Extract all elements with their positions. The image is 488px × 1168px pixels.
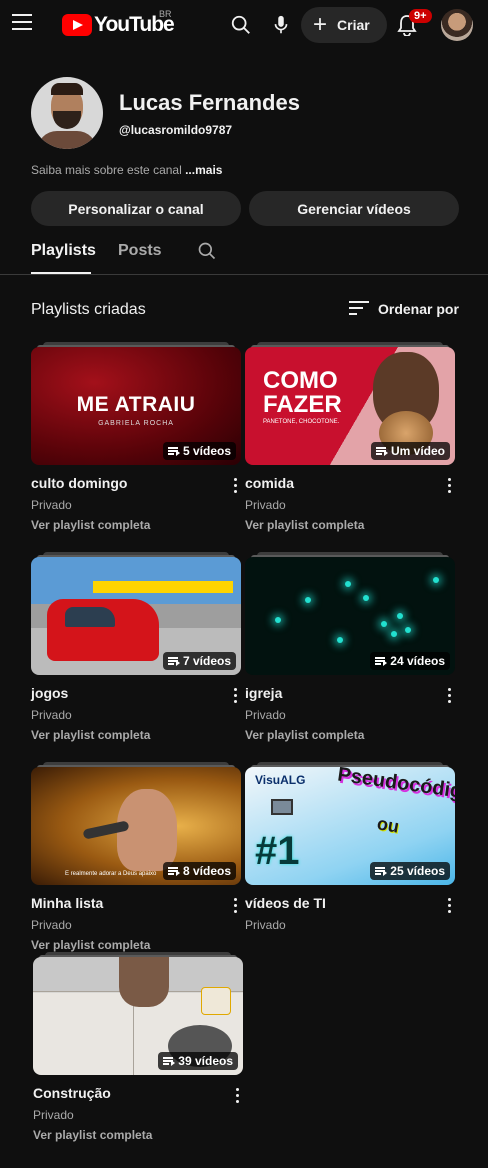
tab-posts[interactable]: Posts <box>118 242 162 260</box>
thumbnail-subtitle-text: PANETONE, CHOCOTONE. <box>263 419 340 425</box>
playlist-title[interactable]: jogos <box>31 685 68 701</box>
more-options-icon[interactable] <box>446 478 452 496</box>
channel-about-more[interactable]: ...mais <box>185 163 222 177</box>
playlist-privacy: Privado <box>31 918 72 932</box>
channel-avatar[interactable] <box>31 77 103 149</box>
notification-badge: 9+ <box>409 9 432 23</box>
computer-icon <box>271 799 293 815</box>
thumbnail-caption: E realmente adorar a Deus apaixo <box>65 871 157 877</box>
playlist-card[interactable]: ME ATRAIU GABRIELA ROCHA 5 vídeos culto … <box>31 342 241 532</box>
view-full-playlist-link[interactable]: Ver playlist completa <box>245 518 364 532</box>
view-full-playlist-link[interactable]: Ver playlist completa <box>31 728 150 742</box>
video-count-badge: 8 vídeos <box>162 862 236 880</box>
playlist-title[interactable]: comida <box>245 475 294 491</box>
thumbnail-title-text: COMO FAZER <box>263 367 342 418</box>
top-bar: YouTube BR + Criar 9+ <box>0 0 488 52</box>
playlist-icon <box>163 1057 176 1066</box>
channel-handle: @lucasromildo9787 <box>119 123 233 137</box>
channel-name: Lucas Fernandes <box>119 90 300 115</box>
channel-about-text: Saiba mais sobre este canal <box>31 163 186 177</box>
playlist-icon <box>375 447 388 456</box>
hamburger-menu-icon[interactable] <box>12 14 32 34</box>
playlist-thumbnail[interactable]: 39 vídeos <box>33 957 243 1075</box>
plus-icon: + <box>313 11 328 38</box>
playlist-thumbnail[interactable]: VisuALG #1 Pseudocódigo ou 25 vídeos <box>245 767 455 885</box>
playlist-title[interactable]: culto domingo <box>31 475 127 491</box>
tabs-divider <box>0 274 488 275</box>
search-icon[interactable] <box>230 14 252 36</box>
playlist-thumbnail[interactable]: ME ATRAIU GABRIELA ROCHA 5 vídeos <box>31 347 241 465</box>
video-count-badge: Um vídeo <box>370 442 450 460</box>
thumbnail-title-text: ME ATRAIU <box>76 393 196 416</box>
more-options-icon[interactable] <box>232 898 238 916</box>
manage-videos-button[interactable]: Gerenciar vídeos <box>249 191 459 226</box>
youtube-logo[interactable]: YouTube BR <box>62 9 175 37</box>
video-count-badge: 5 vídeos <box>162 442 236 460</box>
playlist-card[interactable]: E realmente adorar a Deus apaixo 8 vídeo… <box>31 762 241 952</box>
create-button[interactable]: + Criar <box>301 7 387 43</box>
playlist-privacy: Privado <box>31 498 72 512</box>
playlist-title[interactable]: Minha lista <box>31 895 103 911</box>
more-options-icon[interactable] <box>446 688 452 706</box>
more-options-icon[interactable] <box>232 688 238 706</box>
customize-channel-button[interactable]: Personalizar o canal <box>31 191 241 226</box>
sort-icon[interactable] <box>349 301 369 317</box>
thumbnail-number-text: #1 <box>255 829 300 873</box>
playlist-icon <box>167 657 180 666</box>
more-options-icon[interactable] <box>234 1088 240 1106</box>
logo-country-code: BR <box>159 9 172 19</box>
youtube-play-icon <box>62 14 92 36</box>
playlist-title[interactable]: vídeos de TI <box>245 895 326 911</box>
view-full-playlist-link[interactable]: Ver playlist completa <box>31 938 150 952</box>
playlist-icon <box>375 867 388 876</box>
playlist-icon <box>167 447 180 456</box>
playlist-thumbnail[interactable]: 7 vídeos <box>31 557 241 675</box>
playlist-card[interactable]: 39 vídeos Construção Privado Ver playlis… <box>33 952 243 1142</box>
playlist-title[interactable]: igreja <box>245 685 282 701</box>
microphone-icon[interactable] <box>272 14 290 36</box>
more-options-icon[interactable] <box>232 478 238 496</box>
playlist-privacy: Privado <box>245 708 286 722</box>
account-avatar[interactable] <box>441 9 473 41</box>
playlist-privacy: Privado <box>31 708 72 722</box>
thumbnail-subtitle-text: GABRIELA ROCHA <box>98 420 174 427</box>
tab-playlists[interactable]: Playlists <box>31 242 96 260</box>
section-title: Playlists criadas <box>31 301 146 318</box>
playlist-privacy: Privado <box>245 498 286 512</box>
more-options-icon[interactable] <box>446 898 452 916</box>
channel-about[interactable]: Saiba mais sobre este canal ...mais <box>31 163 222 177</box>
video-count-badge: 24 vídeos <box>370 652 450 670</box>
view-full-playlist-link[interactable]: Ver playlist completa <box>33 1128 152 1142</box>
thumbnail-ou-text: ou <box>375 813 401 837</box>
playlist-thumbnail[interactable]: E realmente adorar a Deus apaixo 8 vídeo… <box>31 767 241 885</box>
playlist-title[interactable]: Construção <box>33 1085 111 1101</box>
playlist-icon <box>375 657 388 666</box>
playlist-card[interactable]: VisuALG #1 Pseudocódigo ou 25 vídeos víd… <box>245 762 455 932</box>
view-full-playlist-link[interactable]: Ver playlist completa <box>245 728 364 742</box>
create-label: Criar <box>337 17 370 33</box>
video-count-badge: 7 vídeos <box>162 652 236 670</box>
channel-search-icon[interactable] <box>197 241 217 261</box>
playlist-thumbnail[interactable]: 24 vídeos <box>245 557 455 675</box>
playlist-card[interactable]: COMO FAZER PANETONE, CHOCOTONE. Um vídeo… <box>245 342 455 532</box>
video-count-badge: 25 vídeos <box>370 862 450 880</box>
playlist-icon <box>167 867 180 876</box>
thumbnail-visualg-text: VisuALG <box>255 773 306 787</box>
playlist-privacy: Privado <box>245 918 286 932</box>
view-full-playlist-link[interactable]: Ver playlist completa <box>31 518 150 532</box>
playlist-card[interactable]: 24 vídeos igreja Privado Ver playlist co… <box>245 552 455 742</box>
playlist-card[interactable]: 7 vídeos jogos Privado Ver playlist comp… <box>31 552 241 742</box>
video-count-badge: 39 vídeos <box>158 1052 238 1070</box>
playlist-thumbnail[interactable]: COMO FAZER PANETONE, CHOCOTONE. Um vídeo <box>245 347 455 465</box>
thumbnail-pseudo-text: Pseudocódigo <box>336 767 455 805</box>
sort-button[interactable]: Ordenar por <box>378 301 459 317</box>
playlist-privacy: Privado <box>33 1108 74 1122</box>
